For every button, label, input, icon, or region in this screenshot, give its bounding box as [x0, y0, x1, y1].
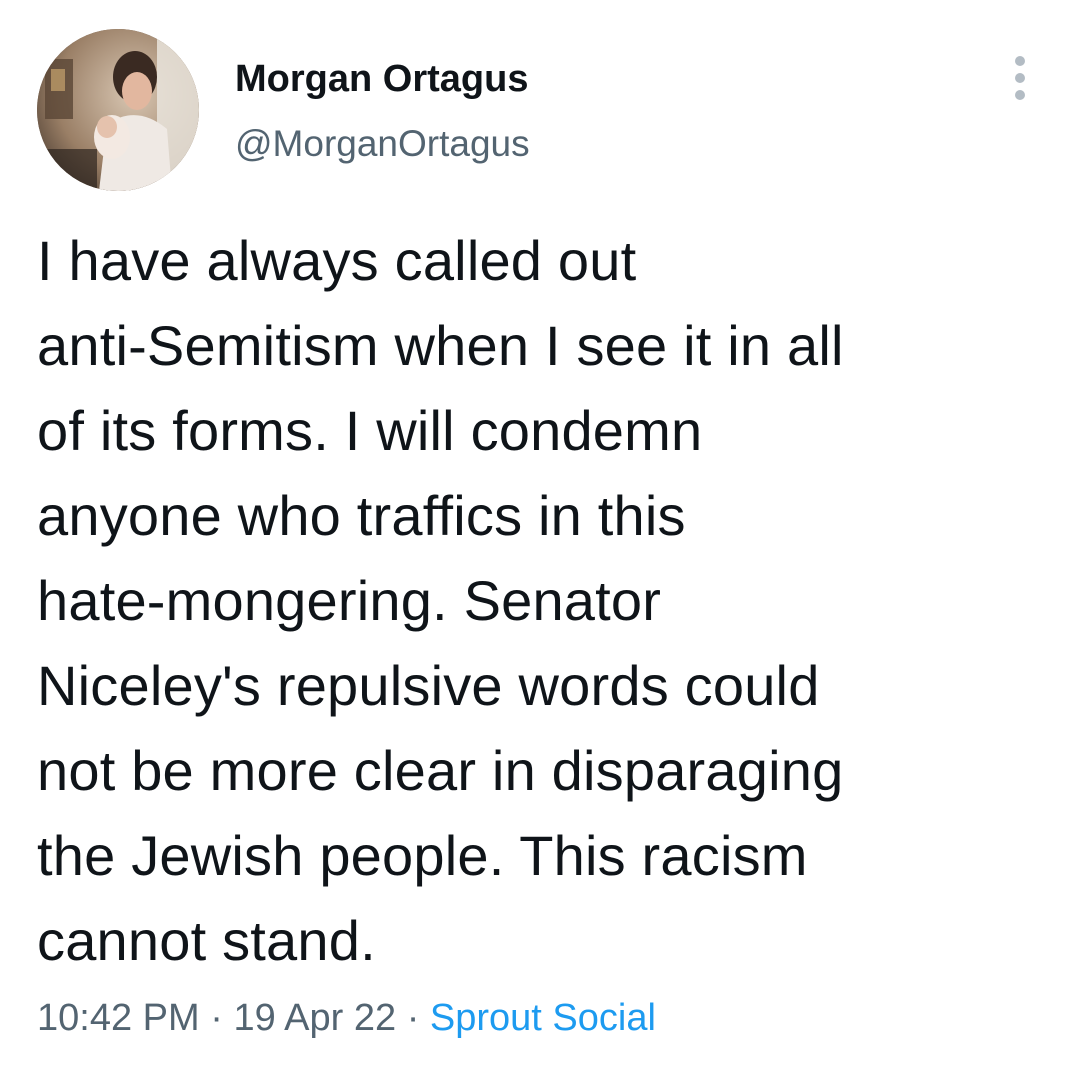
more-vertical-icon	[1015, 90, 1025, 100]
tweet-card: Morgan Ortagus @MorganOrtagus I have alw…	[0, 0, 1080, 1075]
more-vertical-icon	[1015, 56, 1025, 66]
tweet-text-line: Niceley's repulsive words could	[37, 654, 820, 717]
tweet-time[interactable]: 10:42 PM	[37, 997, 200, 1039]
separator: ·	[210, 997, 223, 1039]
profile-photo-icon	[37, 29, 199, 191]
avatar[interactable]	[37, 29, 199, 191]
tweet-text-line: anyone who traffics in this	[37, 484, 686, 547]
tweet-date[interactable]: 19 Apr 22	[233, 997, 396, 1039]
author-display-name[interactable]: Morgan Ortagus	[235, 56, 528, 102]
author-handle[interactable]: @MorganOrtagus	[235, 121, 530, 167]
tweet-metadata: 10:42 PM · 19 Apr 22 · Sprout Social	[37, 993, 656, 1043]
more-options-button[interactable]	[1000, 56, 1040, 100]
tweet-text-line: cannot stand.	[37, 909, 376, 972]
tweet-text: I have always called out anti-Semitism w…	[37, 218, 1047, 983]
tweet-text-line: of its forms. I will condemn	[37, 399, 703, 462]
tweet-text-line: I have always called out	[37, 229, 637, 292]
separator: ·	[406, 997, 420, 1039]
tweet-text-line: hate-mongering. Senator	[37, 569, 662, 632]
tweet-text-line: anti-Semitism when I see it in all	[37, 314, 844, 377]
source-link[interactable]: Sprout Social	[430, 997, 656, 1039]
tweet-text-line: the Jewish people. This racism	[37, 824, 808, 887]
tweet-text-line: not be more clear in disparaging	[37, 739, 844, 802]
more-vertical-icon	[1015, 73, 1025, 83]
